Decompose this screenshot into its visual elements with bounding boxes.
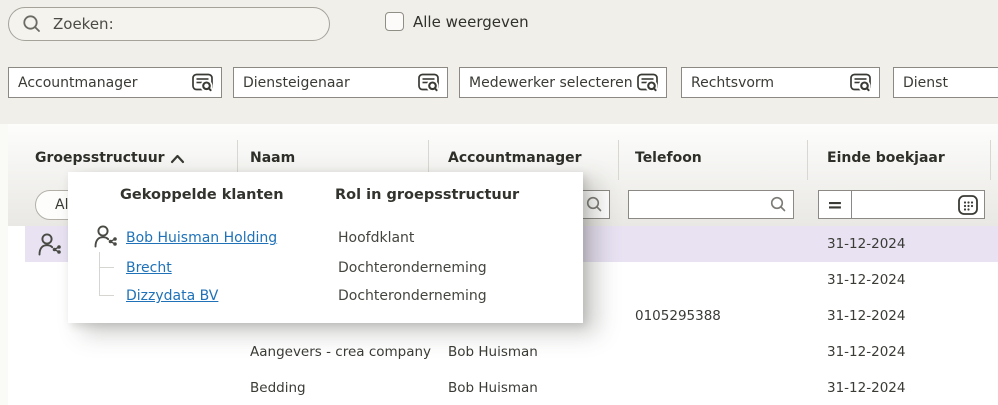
cell-accountmanager: Bob Huisman [448, 380, 538, 396]
telefoon-column-search[interactable] [628, 190, 794, 219]
cell-einde-boekjaar: 31-12-2024 [827, 308, 905, 324]
client-link[interactable]: Dizzydata BV [126, 288, 218, 304]
group-structure-popup: Gekoppelde klanten Rol in groepsstructuu… [68, 172, 583, 323]
search-placeholder: Zoeken: [53, 15, 114, 33]
column-divider [807, 140, 808, 180]
column-header-naam[interactable]: Naam [250, 150, 295, 166]
lookup-icon [636, 72, 660, 94]
column-divider [618, 140, 619, 180]
sort-asc-icon[interactable] [170, 154, 185, 164]
filter-diensteigenaar-label: Diensteigenaar [243, 75, 350, 91]
filter-dienst[interactable]: Dienst [893, 67, 998, 98]
column-header-groepsstructuur[interactable]: Groepsstructuur [35, 150, 165, 166]
equals-icon: = [827, 194, 843, 216]
client-role: Dochteronderneming [338, 288, 487, 304]
search-input[interactable]: Zoeken: [8, 7, 330, 41]
einde-boekjaar-date-input[interactable] [851, 190, 985, 219]
cell-accountmanager: Bob Huisman [448, 344, 538, 360]
filter-rechtsvorm[interactable]: Rechtsvorm [681, 67, 880, 98]
filter-diensteigenaar[interactable]: Diensteigenaar [233, 67, 448, 98]
column-header-einde-boekjaar[interactable]: Einde boekjaar [827, 150, 945, 166]
cell-einde-boekjaar: 31-12-2024 [827, 380, 905, 396]
popup-header-role: Rol in groepsstructuur [335, 187, 519, 203]
cell-einde-boekjaar: 31-12-2024 [827, 344, 905, 360]
show-all-label: Alle weergeven [413, 13, 529, 31]
einde-boekjaar-operator-button[interactable]: = [818, 190, 852, 219]
clients-overview-page: Zoeken: Alle weergeven Accountmanager Di… [0, 0, 998, 405]
filter-medewerker-label: Medewerker selecteren [469, 75, 633, 91]
cell-naam: Bedding [250, 380, 306, 396]
filter-medewerker[interactable]: Medewerker selecteren [459, 67, 667, 98]
show-all-toggle: Alle weergeven [385, 12, 529, 31]
client-role: Dochteronderneming [338, 260, 487, 276]
lookup-icon [417, 72, 441, 94]
group-structure-icon [92, 223, 119, 250]
search-icon [21, 13, 43, 35]
filter-accountmanager[interactable]: Accountmanager [8, 67, 222, 98]
column-divider [990, 140, 991, 180]
lookup-icon [191, 72, 215, 94]
show-all-checkbox[interactable] [385, 12, 404, 31]
client-link[interactable]: Brecht [126, 260, 172, 276]
cell-telefoon: 0105295388 [635, 308, 721, 324]
client-link[interactable]: Bob Huisman Holding [126, 230, 277, 246]
table-row[interactable]: Aangevers - crea company Bob Huisman 31-… [8, 334, 998, 370]
search-icon [769, 195, 788, 214]
lookup-icon [849, 72, 873, 94]
table-row[interactable]: Bedding Bob Huisman 31-12-2024 [8, 370, 998, 405]
filter-rechtsvorm-label: Rechtsvorm [691, 75, 774, 91]
client-role: Hoofdklant [338, 230, 414, 246]
popup-header-linked-clients: Gekoppelde klanten [120, 187, 284, 203]
column-header-accountmanager[interactable]: Accountmanager [448, 150, 582, 166]
group-structure-icon[interactable] [36, 231, 63, 258]
table-left-gutter [0, 124, 8, 405]
filter-accountmanager-label: Accountmanager [18, 75, 137, 91]
calendar-icon[interactable] [956, 193, 980, 217]
cell-einde-boekjaar: 31-12-2024 [827, 236, 905, 252]
cell-einde-boekjaar: 31-12-2024 [827, 272, 905, 288]
tree-connector [99, 252, 114, 296]
search-icon [585, 195, 604, 214]
cell-naam: Aangevers - crea company [250, 344, 431, 360]
column-header-telefoon[interactable]: Telefoon [635, 150, 702, 166]
filter-dienst-label: Dienst [903, 75, 948, 91]
